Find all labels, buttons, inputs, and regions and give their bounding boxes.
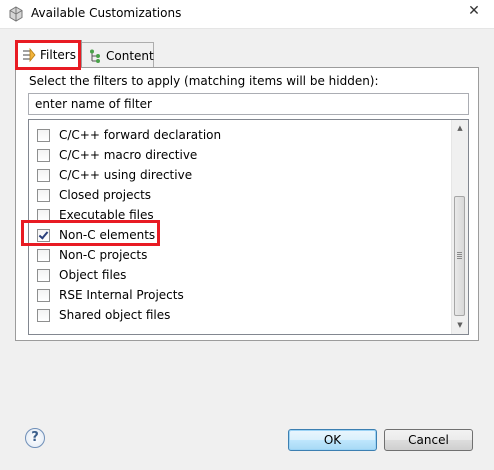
vertical-scrollbar[interactable]: ▲ ▼ — [451, 120, 468, 334]
filters-instruction: Select the filters to apply (matching it… — [29, 74, 379, 88]
filter-name-input[interactable] — [28, 93, 469, 115]
grip-line — [457, 256, 462, 257]
eclipse-window-icon — [9, 6, 23, 22]
list-item[interactable]: C/C++ macro directive — [37, 145, 197, 165]
list-item-label: Shared object files — [59, 308, 171, 322]
list-item[interactable]: Shared object files — [37, 305, 170, 325]
tab-content-label: Content — [106, 48, 154, 63]
grip-line — [457, 254, 462, 255]
cancel-button[interactable]: Cancel — [384, 429, 473, 451]
checkbox[interactable] — [37, 168, 50, 182]
ok-button[interactable]: OK — [288, 429, 377, 451]
tab-filters-label: Filters — [40, 47, 76, 62]
list-item[interactable]: Non-C projects — [37, 245, 147, 265]
scrollbar-thumb[interactable] — [454, 196, 465, 316]
checkbox[interactable] — [37, 128, 50, 142]
list-item[interactable]: Non-C elements — [37, 225, 155, 245]
tab-filters[interactable]: Filters — [15, 40, 82, 68]
checkbox[interactable] — [37, 308, 50, 322]
list-item-label: C/C++ macro directive — [59, 148, 198, 162]
grip-line — [457, 252, 462, 253]
list-item-label: Executable files — [59, 208, 154, 222]
scroll-down-icon[interactable]: ▼ — [452, 317, 468, 334]
list-item-label: Closed projects — [59, 188, 152, 202]
scroll-up-icon[interactable]: ▲ — [452, 120, 468, 137]
checkbox[interactable] — [37, 248, 50, 262]
close-icon[interactable]: ✕ — [460, 0, 488, 22]
grip-line — [457, 258, 462, 259]
list-item[interactable]: C/C++ forward declaration — [37, 125, 221, 145]
checkbox[interactable] — [37, 288, 50, 302]
list-item[interactable]: Executable files — [37, 205, 154, 225]
list-item-label: Object files — [59, 268, 127, 282]
window-title: Available Customizations — [31, 6, 182, 20]
list-item-label: RSE Internal Projects — [59, 288, 184, 302]
checkbox[interactable] — [37, 268, 50, 282]
checkbox[interactable] — [37, 208, 50, 222]
checkbox[interactable] — [37, 188, 50, 202]
list-item-label: Non-C elements — [59, 228, 156, 242]
list-item[interactable]: RSE Internal Projects — [37, 285, 184, 305]
list-item[interactable]: Closed projects — [37, 185, 151, 205]
checkbox[interactable] — [37, 148, 50, 162]
help-icon[interactable]: ? — [25, 428, 45, 448]
checkbox-checked[interactable] — [37, 228, 50, 242]
list-item-label: C/C++ forward declaration — [59, 128, 222, 142]
filter-icon — [23, 47, 36, 62]
list-item[interactable]: C/C++ using directive — [37, 165, 192, 185]
list-item[interactable]: Object files — [37, 265, 126, 285]
filters-list: C/C++ forward declaration C/C++ macro di… — [28, 119, 469, 335]
content-tree-icon — [90, 49, 100, 63]
title-bar: Available Customizations ✕ — [0, 0, 494, 29]
list-item-label: Non-C projects — [59, 248, 148, 262]
list-item-label: C/C++ using directive — [59, 168, 193, 182]
customizations-dialog: Available Customizations ✕ Filters Conte… — [0, 0, 494, 470]
tab-content[interactable]: Content — [82, 42, 154, 68]
filters-panel: Select the filters to apply (matching it… — [15, 67, 479, 341]
